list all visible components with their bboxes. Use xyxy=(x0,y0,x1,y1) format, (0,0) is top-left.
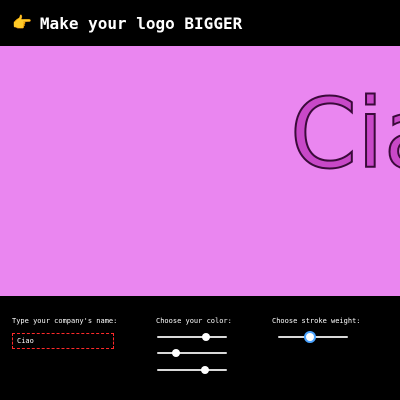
slider-thumb[interactable] xyxy=(200,366,209,374)
logo-preview-text: Ciao xyxy=(289,78,400,190)
stroke-weight-label: Choose stroke weight: xyxy=(272,317,361,325)
page-title: Make your logo BIGGER xyxy=(39,13,243,33)
slider-thumb[interactable] xyxy=(171,349,180,357)
company-name-label: Type your company's name: xyxy=(12,317,118,325)
color-label: Choose your color: xyxy=(156,317,232,325)
header: 👉 Make your logo BIGGER xyxy=(0,0,400,46)
slider-thumb[interactable] xyxy=(202,333,210,341)
pointing-hand-icon: 👉 xyxy=(12,13,32,32)
slider-track xyxy=(157,369,227,371)
slider-track xyxy=(157,352,227,354)
color-slider-3[interactable] xyxy=(157,365,227,375)
stroke-weight-slider[interactable] xyxy=(278,332,348,342)
slider-thumb[interactable] xyxy=(305,333,314,341)
color-slider-2[interactable] xyxy=(157,348,227,358)
color-slider-1[interactable] xyxy=(157,332,227,342)
slider-track xyxy=(157,336,227,338)
logo-preview-canvas: Ciao xyxy=(0,46,400,296)
company-name-input[interactable] xyxy=(12,333,114,349)
controls-panel: Type your company's name: Choose your co… xyxy=(0,296,400,400)
